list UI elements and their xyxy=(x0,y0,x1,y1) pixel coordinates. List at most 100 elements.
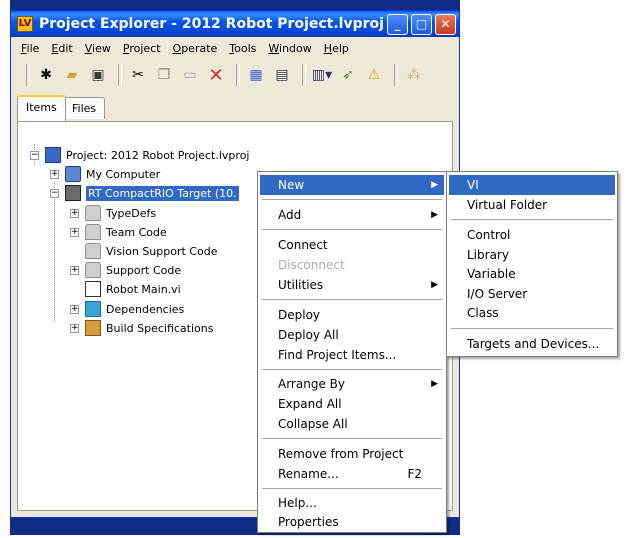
tab-files[interactable]: Files xyxy=(63,97,106,119)
tree-item-label: RT CompactRIO Target (10. xyxy=(86,185,239,201)
menu-item-new[interactable]: New ▶ xyxy=(260,175,444,195)
menu-item-deploy[interactable]: Deploy xyxy=(260,305,444,325)
submenu-item-control[interactable]: Control xyxy=(449,225,615,245)
menu-item-utilities[interactable]: Utilities ▶ xyxy=(260,275,444,295)
save-all-icon[interactable]: ▣ xyxy=(87,64,109,86)
tree-guide-line xyxy=(54,182,55,322)
tree-item-label: Dependencies xyxy=(106,302,185,316)
submenu-item-vi[interactable]: VI xyxy=(449,175,615,195)
tab-strip: Items Files xyxy=(17,95,457,123)
tree-item-dependencies[interactable]: + Dependencies xyxy=(70,300,184,318)
tree-item-robot-main[interactable]: Robot Main.vi xyxy=(70,280,181,298)
tree-item-vision-support-code[interactable]: Vision Support Code xyxy=(70,242,217,260)
menu-item-add[interactable]: Add ▶ xyxy=(260,205,444,225)
expand-toggle[interactable]: + xyxy=(70,265,79,275)
tree-item-project[interactable]: − Project: 2012 Robot Project.lvproj xyxy=(30,146,249,164)
menu-separator xyxy=(262,488,442,489)
folder-icon xyxy=(85,243,101,259)
project-icon xyxy=(45,147,61,163)
collapse-toggle[interactable]: − xyxy=(50,188,59,198)
submenu-arrow-icon: ▶ xyxy=(431,379,438,389)
tree-item-support-code[interactable]: + Support Code xyxy=(70,261,181,279)
delete-icon[interactable]: ✕ xyxy=(205,64,227,86)
menu-item-arrange-by[interactable]: Arrange By ▶ xyxy=(260,374,444,394)
tree-item-my-computer[interactable]: + My Computer xyxy=(50,165,160,183)
expand-toggle[interactable]: + xyxy=(70,304,79,314)
toolbar-separator xyxy=(394,64,398,86)
maximize-button[interactable]: □ xyxy=(411,14,432,35)
menu-edit[interactable]: Edit xyxy=(45,42,78,55)
labview-app-icon: LV xyxy=(17,16,33,32)
menu-separator xyxy=(262,229,442,230)
toolbar-separator xyxy=(118,64,122,86)
expand-toggle[interactable]: + xyxy=(70,227,79,237)
open-folder-icon[interactable]: ▰ xyxy=(61,64,83,86)
menu-project[interactable]: Project xyxy=(117,42,167,55)
submenu-item-class[interactable]: Class xyxy=(449,303,615,323)
menu-item-collapse-all[interactable]: Collapse All xyxy=(260,414,444,434)
submenu-item-targets-and-devices[interactable]: Targets and Devices... xyxy=(449,334,615,354)
submenu-item-variable[interactable]: Variable xyxy=(449,264,615,284)
warning-icon[interactable]: ⚠ xyxy=(363,64,385,86)
menu-separator xyxy=(262,369,442,370)
copy-icon[interactable]: ❐ xyxy=(153,64,175,86)
menu-separator xyxy=(451,219,613,220)
tree-item-team-code[interactable]: + Team Code xyxy=(70,223,167,241)
menu-bar: File Edit View Project Operate Tools Win… xyxy=(11,38,459,58)
project-icon[interactable]: ▦ xyxy=(245,64,267,86)
menu-help[interactable]: Help xyxy=(318,42,355,55)
menu-item-disconnect: Disconnect xyxy=(278,258,345,272)
toolbar-separator xyxy=(302,64,306,86)
window-title: Project Explorer - 2012 Robot Project.lv… xyxy=(39,16,384,32)
folder-icon xyxy=(85,205,101,221)
view-icon[interactable]: ▥▾ xyxy=(311,64,333,86)
menu-view[interactable]: View xyxy=(79,42,117,55)
tree-item-rt-target[interactable]: − RT CompactRIO Target (10. xyxy=(50,184,239,202)
submenu-item-io-server[interactable]: I/O Server xyxy=(449,284,615,304)
toolbar-grip[interactable] xyxy=(26,64,30,86)
menu-separator xyxy=(262,299,442,300)
menu-item-expand-all[interactable]: Expand All xyxy=(260,394,444,414)
minimize-button[interactable]: _ xyxy=(387,14,408,35)
toolbar-separator xyxy=(236,64,240,86)
menu-item-find-project-items[interactable]: Find Project Items... xyxy=(260,345,444,365)
tab-items[interactable]: Items xyxy=(17,95,66,121)
build-icon[interactable]: ▤ xyxy=(271,64,293,86)
title-bar[interactable]: LV Project Explorer - 2012 Robot Project… xyxy=(11,11,459,37)
context-menu: New ▶ Add ▶ Connect Disconnect Utilities ▶ … xyxy=(257,171,447,533)
menu-window[interactable]: Window xyxy=(262,42,317,55)
submenu-item-library[interactable]: Library xyxy=(449,245,615,265)
menu-separator xyxy=(262,199,442,200)
new-submenu: VI Virtual Folder Control Library Variab… xyxy=(446,171,618,357)
menu-separator xyxy=(262,438,442,439)
menu-item-deploy-all[interactable]: Deploy All xyxy=(260,325,444,345)
vi-file-icon xyxy=(85,281,101,297)
tree-item-label: Vision Support Code xyxy=(106,244,218,258)
submenu-item-virtual-folder[interactable]: Virtual Folder xyxy=(449,195,615,215)
toolbar: ✱ ▰ ▣ ✂ ❐ ▭ ✕ ▦ ▤ ▥▾ ➶ ⚠ ⁂ xyxy=(13,60,457,90)
cut-icon[interactable]: ✂ xyxy=(127,64,149,86)
paste-icon[interactable]: ▭ xyxy=(179,64,201,86)
expand-toggle[interactable]: + xyxy=(50,169,59,179)
dependencies-icon xyxy=(85,301,101,317)
menu-item-help[interactable]: Help... xyxy=(260,493,444,513)
menu-file[interactable]: File xyxy=(15,42,45,55)
tree-item-label: Support Code xyxy=(106,263,182,277)
menu-operate[interactable]: Operate xyxy=(167,42,224,55)
expand-toggle[interactable]: + xyxy=(70,208,79,218)
tree-item-label: TypeDefs xyxy=(106,206,157,220)
menu-tools[interactable]: Tools xyxy=(223,42,262,55)
menu-item-remove-from-project[interactable]: Remove from Project xyxy=(260,444,444,464)
deploy-icon[interactable]: ➶ xyxy=(337,64,359,86)
build-specifications-icon xyxy=(85,320,101,336)
collapse-toggle[interactable]: − xyxy=(30,150,39,160)
tree-item-typedefs[interactable]: + TypeDefs xyxy=(70,204,156,222)
tree-item-build-specifications[interactable]: + Build Specifications xyxy=(70,319,213,337)
new-icon[interactable]: ✱ xyxy=(35,64,57,86)
menu-item-properties[interactable]: Properties xyxy=(260,512,444,532)
expand-toggle[interactable]: + xyxy=(70,323,79,333)
menu-item-rename[interactable]: Rename... F2 xyxy=(260,464,444,484)
close-button[interactable]: ✕ xyxy=(435,14,456,35)
menu-item-connect[interactable]: Connect xyxy=(260,235,444,255)
dependency-icon[interactable]: ⁂ xyxy=(403,64,425,86)
